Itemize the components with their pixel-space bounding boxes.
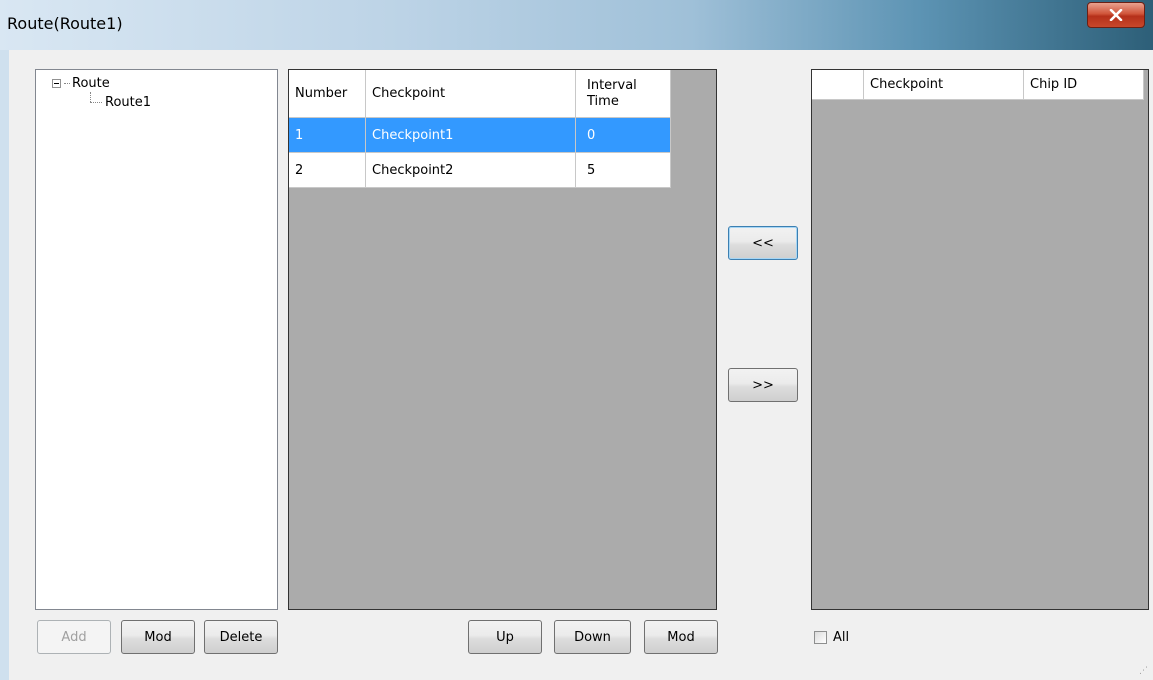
grid-header: Checkpoint Chip ID [812,70,1144,100]
cell-interval[interactable]: 5 [575,152,671,188]
up-button[interactable]: Up [468,620,542,654]
add-to-route-button[interactable]: << [728,226,798,260]
all-checkbox-group[interactable]: All [814,630,849,645]
add-button[interactable]: Add [37,620,111,654]
column-header-number[interactable]: Number [289,70,366,118]
resize-grip-icon[interactable]: ⋰ [1139,666,1149,676]
tree-connector [64,83,70,84]
checkpoint-grid[interactable]: Number Checkpoint Interval Time 1 Checkp… [288,69,717,610]
collapse-icon[interactable] [52,79,61,88]
tree-node-label: Route1 [105,95,152,110]
all-checkbox[interactable] [814,631,827,644]
tree-node-route[interactable]: Route [52,76,110,91]
cell-checkpoint[interactable]: Checkpoint1 [365,117,576,153]
available-checkpoints-grid[interactable]: Checkpoint Chip ID [811,69,1149,610]
tree-node-route1[interactable]: Route1 [90,95,151,110]
mod-route-button[interactable]: Mod [121,620,195,654]
window-title: Route(Route1) [7,14,123,33]
close-icon [1109,9,1123,21]
route-tree[interactable]: Route Route1 [35,69,278,610]
cell-checkpoint[interactable]: Checkpoint2 [365,152,576,188]
column-header-chip-id[interactable]: Chip ID [1024,70,1144,100]
down-button[interactable]: Down [554,620,631,654]
column-header-checkpoint[interactable]: Checkpoint [365,70,576,118]
mod-checkpoint-button[interactable]: Mod [644,620,718,654]
column-header-checkpoint[interactable]: Checkpoint [864,70,1024,100]
row-header-corner [812,70,864,100]
cell-number[interactable]: 2 [289,152,366,188]
table-row[interactable]: 1 Checkpoint1 0 [289,117,671,153]
delete-button[interactable]: Delete [204,620,278,654]
cell-interval[interactable]: 0 [575,117,671,153]
close-button[interactable] [1087,2,1145,28]
cell-number[interactable]: 1 [289,117,366,153]
all-checkbox-label: All [833,630,850,645]
remove-from-route-button[interactable]: >> [728,368,798,402]
title-bar[interactable]: Route(Route1) [0,0,1153,50]
route-dialog: Route(Route1) Route Route1 Number Checkp… [0,0,1153,680]
tree-connector [90,102,102,103]
table-row[interactable]: 2 Checkpoint2 5 [289,152,671,188]
tree-node-label: Route [72,76,110,91]
column-header-interval-time[interactable]: Interval Time [575,70,671,118]
